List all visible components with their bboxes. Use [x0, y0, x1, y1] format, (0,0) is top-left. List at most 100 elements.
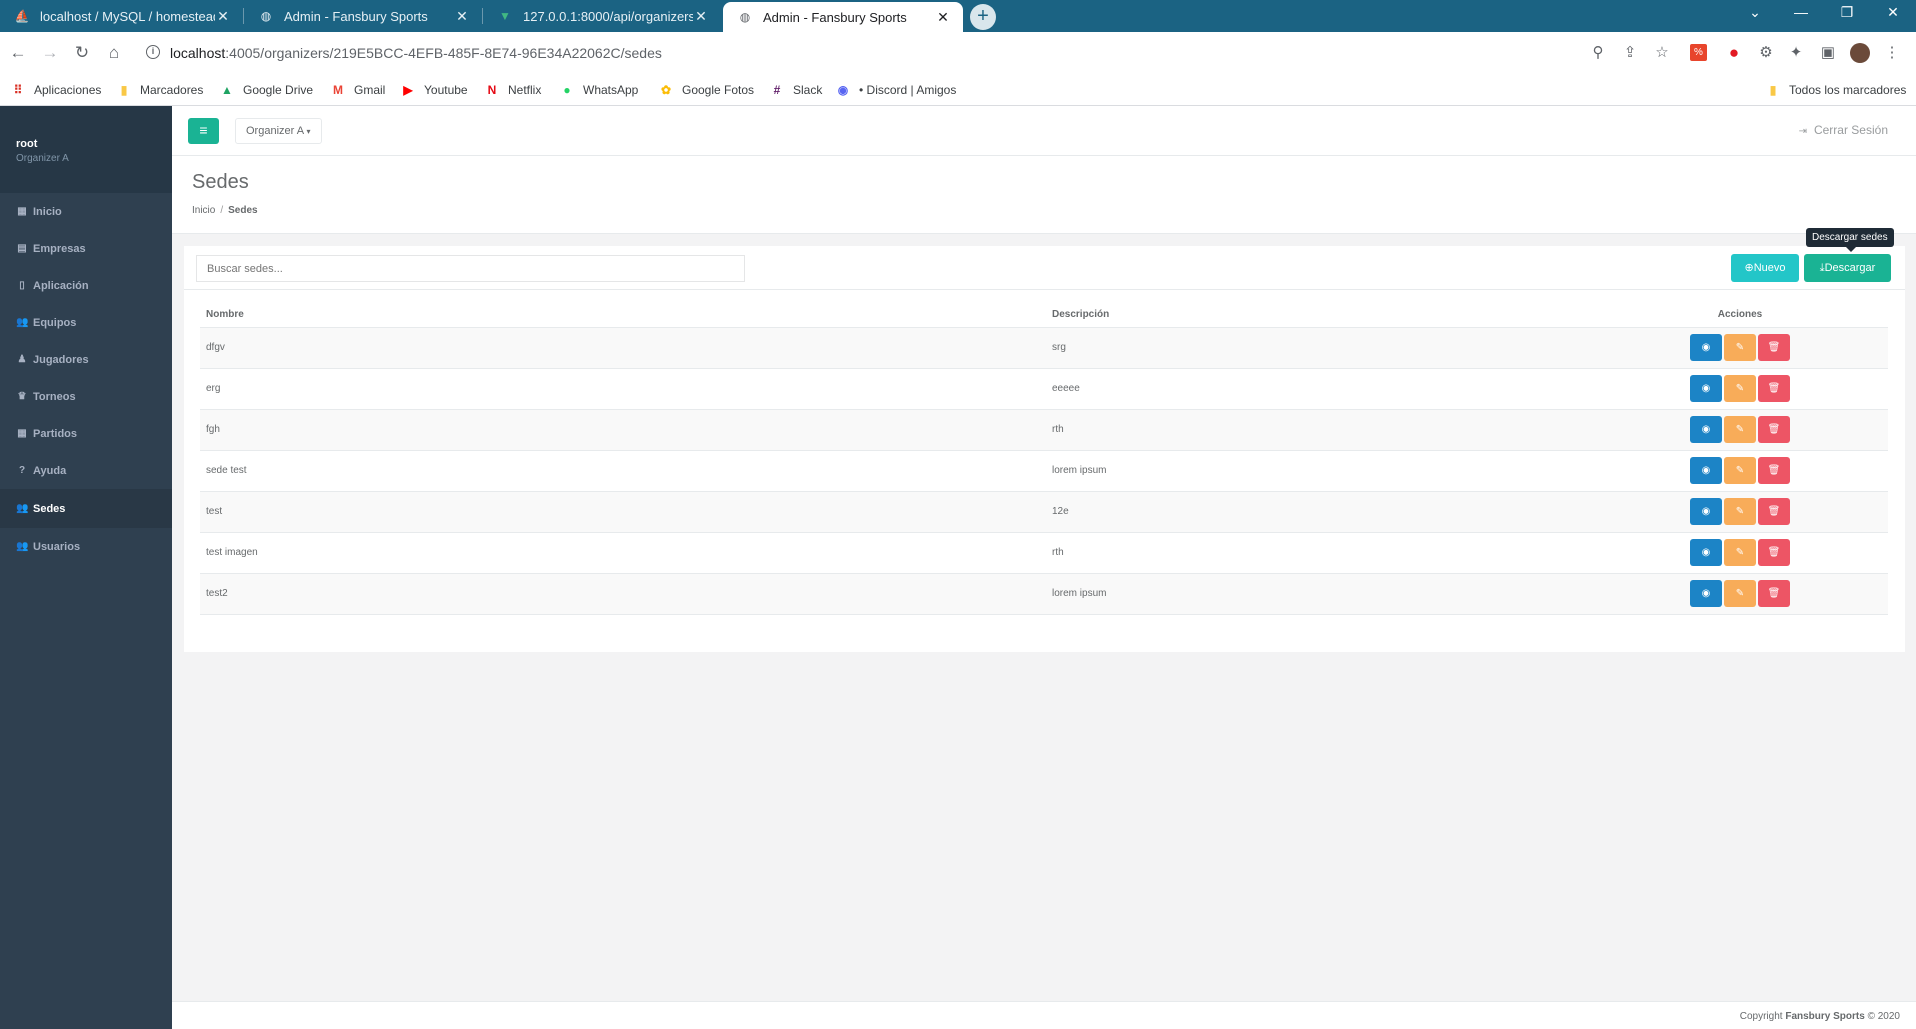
info-icon[interactable]: i: [146, 45, 160, 59]
back-icon[interactable]: ←: [6, 41, 30, 65]
edit-button[interactable]: ✎: [1724, 457, 1756, 484]
puzzle-icon[interactable]: ✦: [1786, 43, 1806, 63]
edit-button[interactable]: ✎: [1724, 416, 1756, 443]
close-window-button[interactable]: ✕: [1870, 0, 1916, 26]
share-icon[interactable]: ⇪: [1620, 43, 1640, 63]
browser-tab[interactable]: ◍ Admin - Fansbury Sports ✕: [244, 0, 482, 32]
cell-nombre: test: [200, 491, 1046, 533]
forward-icon[interactable]: →: [38, 41, 62, 65]
edit-button[interactable]: ✎: [1724, 539, 1756, 566]
eye-icon: ◉: [1701, 424, 1711, 435]
pencil-icon: ✎: [1735, 424, 1745, 435]
delete-button[interactable]: 🗑: [1758, 580, 1790, 607]
organizer-dropdown[interactable]: Organizer A ▾: [235, 118, 322, 144]
bookmark-whatsapp[interactable]: ● WhatsApp: [559, 82, 638, 98]
address-bar-row: ← → ↻ ⌂ i localhost:4005/organizers/219E…: [0, 32, 1916, 75]
sidebar-item-torneos[interactable]: ♛ Torneos: [0, 378, 172, 415]
plus-circle-icon: ⊕: [1744, 262, 1754, 274]
view-button[interactable]: ◉: [1690, 539, 1722, 566]
star-icon[interactable]: ☆: [1652, 43, 1672, 63]
sidebar-item-inicio[interactable]: ▦ Inicio: [0, 193, 172, 230]
extension-icon[interactable]: %: [1690, 44, 1707, 61]
sidebar-item-aplicacion[interactable]: ▯ Aplicación: [0, 267, 172, 304]
hamburger-icon: ≡: [199, 122, 208, 138]
kebab-menu-icon[interactable]: ⋮: [1882, 43, 1902, 63]
menu-toggle-button[interactable]: ≡: [188, 118, 219, 144]
close-icon[interactable]: ✕: [454, 8, 470, 25]
whatsapp-icon: ●: [563, 83, 571, 97]
eye-icon: ◉: [1701, 506, 1711, 517]
edit-button[interactable]: ✎: [1724, 334, 1756, 361]
logout-link[interactable]: ⇥ Cerrar Sesión: [1799, 123, 1888, 137]
sidebar-item-sedes[interactable]: 👥 Sedes: [0, 489, 172, 528]
bookmark-gmail[interactable]: M Gmail: [330, 82, 385, 98]
chevron-down-icon[interactable]: ⌄: [1732, 0, 1778, 26]
download-button[interactable]: ⤓Descargar: [1804, 254, 1891, 282]
cell-nombre: fgh: [200, 409, 1046, 451]
browser-tab[interactable]: ⛵ localhost / MySQL / homestead ✕: [0, 0, 243, 32]
bookmark-slack[interactable]: # Slack: [769, 82, 823, 98]
home-icon[interactable]: ⌂: [102, 41, 126, 65]
new-button[interactable]: ⊕Nuevo: [1731, 254, 1799, 282]
view-button[interactable]: ◉: [1690, 498, 1722, 525]
sidepanel-icon[interactable]: ▣: [1818, 43, 1838, 63]
view-button[interactable]: ◉: [1690, 457, 1722, 484]
search-input[interactable]: [196, 255, 745, 282]
eye-icon: ◉: [1701, 465, 1711, 476]
table-row: test 12e ◉ ✎ 🗑: [200, 491, 1888, 533]
footer-brand: Fansbury Sports: [1785, 1011, 1865, 1022]
delete-button[interactable]: 🗑: [1758, 334, 1790, 361]
bookmark-netflix[interactable]: N Netflix: [484, 82, 542, 98]
sidebar-item-ayuda[interactable]: ? Ayuda: [0, 452, 172, 489]
edit-button[interactable]: ✎: [1724, 580, 1756, 607]
bookmark-google-drive[interactable]: ▲ Google Drive: [219, 82, 313, 98]
close-icon[interactable]: ✕: [215, 8, 231, 25]
view-button[interactable]: ◉: [1690, 580, 1722, 607]
bookmark-all[interactable]: ▮ Todos los marcadores: [1765, 82, 1907, 98]
close-icon[interactable]: ✕: [693, 8, 709, 25]
sidebar-item-partidos[interactable]: ▦ Partidos: [0, 415, 172, 452]
column-header-nombre[interactable]: Nombre: [200, 303, 1046, 328]
close-icon[interactable]: ✕: [935, 9, 951, 26]
delete-button[interactable]: 🗑: [1758, 457, 1790, 484]
view-button[interactable]: ◉: [1690, 375, 1722, 402]
url-field[interactable]: i localhost:4005/organizers/219E5BCC-4EF…: [136, 37, 1358, 69]
zoom-icon[interactable]: ⚲: [1588, 43, 1608, 63]
view-button[interactable]: ◉: [1690, 416, 1722, 443]
browser-tab[interactable]: ▼ 127.0.0.1:8000/api/organizers/2 ✕: [483, 0, 721, 32]
delete-button[interactable]: 🗑: [1758, 416, 1790, 443]
edit-button[interactable]: ✎: [1724, 375, 1756, 402]
top-navbar: ≡ Organizer A ▾ ⇥ Cerrar Sesión: [172, 106, 1916, 156]
bookmark-google-fotos[interactable]: ✿ Google Fotos: [658, 82, 754, 98]
profile-header: root Organizer A: [0, 106, 172, 193]
view-button[interactable]: ◉: [1690, 334, 1722, 361]
sidebar-item-equipos[interactable]: 👥 Equipos: [0, 304, 172, 341]
delete-button[interactable]: 🗑: [1758, 539, 1790, 566]
bookmark-discord[interactable]: ◉ • Discord | Amigos: [835, 82, 957, 98]
edit-button[interactable]: ✎: [1724, 498, 1756, 525]
delete-button[interactable]: 🗑: [1758, 498, 1790, 525]
minimize-button[interactable]: —: [1778, 0, 1824, 26]
youtube-icon: ▶: [403, 83, 413, 97]
bookmark-youtube[interactable]: ▶ Youtube: [400, 82, 467, 98]
sidebar-item-usuarios[interactable]: 👥 Usuarios: [0, 528, 172, 565]
apps-grid-icon: ⠿: [13, 83, 23, 97]
gear-icon[interactable]: ⚙: [1756, 43, 1776, 63]
page-title: Sedes: [192, 171, 249, 193]
reload-icon[interactable]: ↻: [70, 41, 94, 65]
cell-descripcion: rth: [1046, 409, 1586, 451]
avatar[interactable]: [1850, 43, 1870, 63]
breadcrumb-inicio[interactable]: Inicio: [192, 205, 215, 216]
cell-nombre: test2: [200, 573, 1046, 615]
sidebar-item-jugadores[interactable]: ♟ Jugadores: [0, 341, 172, 378]
new-tab-button[interactable]: +: [970, 4, 996, 30]
delete-button[interactable]: 🗑: [1758, 375, 1790, 402]
bookmark-apps[interactable]: ⠿ Aplicaciones: [10, 82, 102, 98]
bookmark-folder[interactable]: ▮ Marcadores: [116, 82, 204, 98]
opera-icon[interactable]: ●: [1724, 43, 1744, 63]
restore-button[interactable]: ❐: [1824, 0, 1870, 26]
google-photos-icon: ✿: [660, 83, 672, 97]
sidebar-item-empresas[interactable]: ▤ Empresas: [0, 230, 172, 267]
browser-tab-active[interactable]: ◍ Admin - Fansbury Sports ✕: [723, 2, 963, 32]
column-header-descripcion[interactable]: Descripción: [1046, 303, 1586, 328]
